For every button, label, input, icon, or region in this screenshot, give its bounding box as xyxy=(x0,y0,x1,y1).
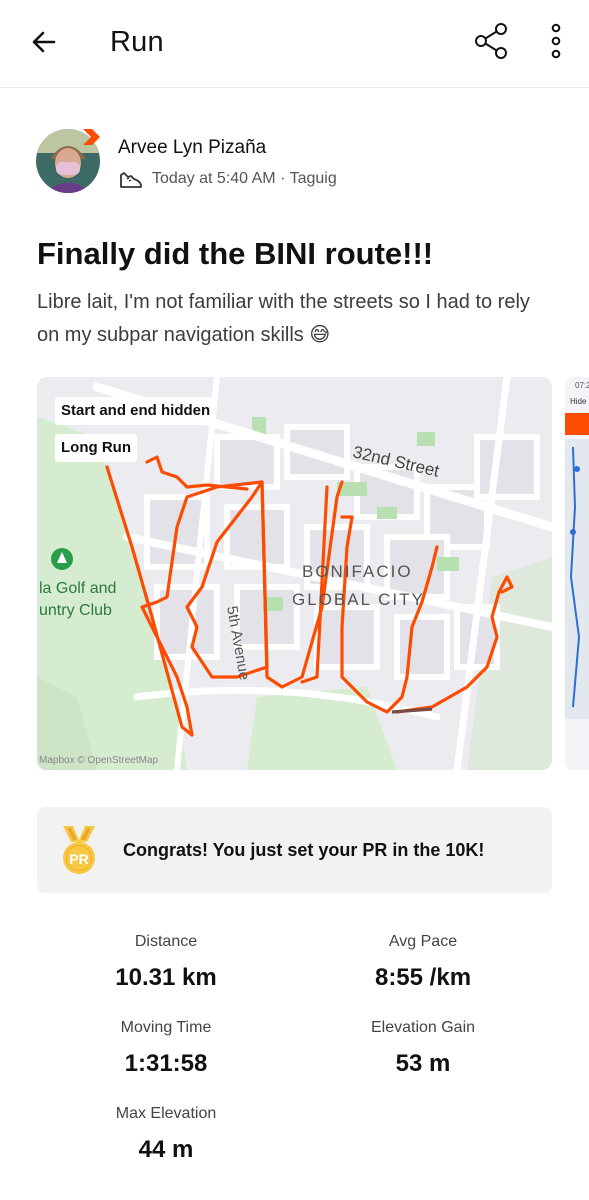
activity-description: Libre lait, I'm not familiar with the st… xyxy=(37,291,530,346)
stat-value: 44 m xyxy=(138,1136,194,1163)
map-tag-long-run: Long Run xyxy=(55,434,137,462)
map-label-district-1: BONIFACIO xyxy=(302,562,413,581)
share-button[interactable] xyxy=(468,18,514,64)
pr-banner[interactable]: PR Congrats! You just set your PR in the… xyxy=(37,807,552,893)
activity-meta: Today at 5:40 AM · Taguig xyxy=(118,168,337,190)
map-label-avenue: 5th Avenue xyxy=(223,605,253,682)
stat-value: 8:55 /km xyxy=(374,964,472,991)
stat-label: Distance xyxy=(134,933,198,950)
stat-value: 1:31:58 xyxy=(124,1050,208,1077)
peek-hide: Hide xyxy=(570,397,587,406)
top-bar: Run xyxy=(0,0,589,88)
pr-medal-label: PR xyxy=(69,851,88,867)
more-vertical-icon xyxy=(551,23,561,59)
stat-value: 53 m xyxy=(395,1050,451,1077)
map-attribution: Mapbox © OpenStreetMap xyxy=(39,755,159,766)
stat-label: Moving Time xyxy=(120,1019,212,1036)
pr-text: Congrats! You just set your PR in the 10… xyxy=(123,840,485,860)
author-name[interactable]: Arvee Lyn Pizaña xyxy=(118,136,266,160)
pr-medal-icon: PR xyxy=(63,826,95,874)
stat-label: Max Elevation xyxy=(115,1105,217,1122)
back-button[interactable] xyxy=(22,22,66,62)
map-tag-start-end-hidden: Start and end hidden xyxy=(55,397,217,425)
peek-time: 07:2 xyxy=(575,381,589,390)
stat-moving-time: Moving Time 1:31:58 xyxy=(36,1017,296,1081)
stat-avg-pace: Avg Pace 8:55 /km xyxy=(293,931,553,995)
shoe-icon xyxy=(120,172,142,188)
subscriber-badge-icon xyxy=(83,129,100,145)
arrow-left-icon xyxy=(32,31,56,53)
carousel-next-card[interactable]: 07:2 Hide xyxy=(565,377,589,770)
author-row: Arvee Lyn Pizaña Today at 5:40 AM · Tagu… xyxy=(36,126,556,196)
map-label-district-2: GLOBAL CITY xyxy=(292,590,425,609)
map-label-golf-1: la Golf and xyxy=(39,580,116,597)
stat-max-elevation: Max Elevation 44 m xyxy=(36,1103,296,1167)
map-label-golf-2: untry Club xyxy=(39,602,112,619)
more-options-button[interactable] xyxy=(536,18,576,64)
stat-elevation-gain: Elevation Gain 53 m xyxy=(293,1017,553,1081)
stat-label: Elevation Gain xyxy=(370,1019,476,1036)
stat-distance: Distance 10.31 km xyxy=(36,931,296,995)
stat-value: 10.31 km xyxy=(115,964,217,991)
activity-title: Finally did the BINI route!!! xyxy=(37,236,434,271)
route-map[interactable]: 32nd Street BONIFACIO GLOBAL CITY la Gol… xyxy=(37,377,552,770)
map-label-street: 32nd Street xyxy=(351,442,441,480)
stat-label: Avg Pace xyxy=(388,933,458,950)
activity-time-location: Today at 5:40 AM · Taguig xyxy=(152,170,337,187)
share-icon xyxy=(475,23,507,59)
page-title: Run xyxy=(110,26,164,58)
